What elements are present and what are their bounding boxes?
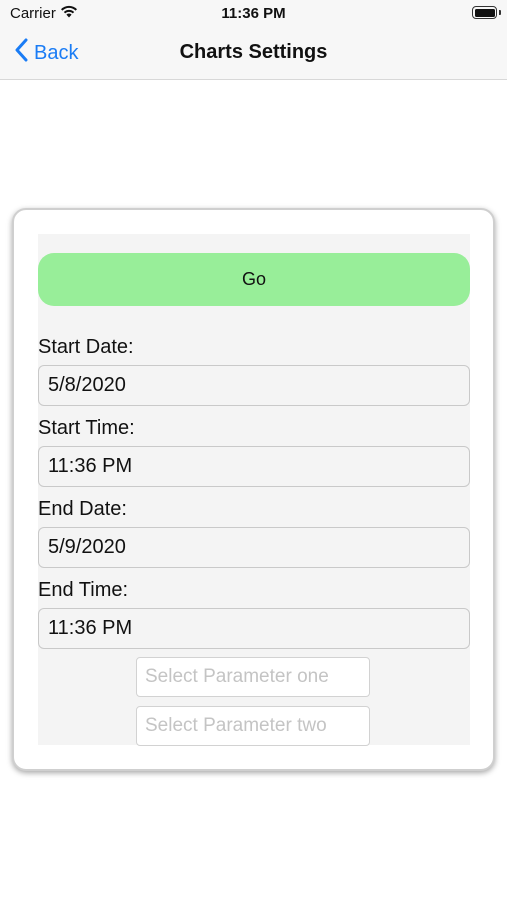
settings-card: Go Start Date: Start Time: End Date: End… xyxy=(12,208,495,771)
start-time-field[interactable] xyxy=(38,446,470,487)
page-title: Charts Settings xyxy=(179,41,328,63)
end-time-field[interactable] xyxy=(38,608,470,649)
end-date-label: End Date: xyxy=(38,498,127,520)
start-date-field[interactable] xyxy=(38,365,470,406)
go-button[interactable]: Go xyxy=(38,253,470,306)
parameter-two-field[interactable] xyxy=(136,706,370,746)
battery-level xyxy=(474,8,495,17)
battery-icon xyxy=(472,6,497,19)
end-date-field[interactable] xyxy=(38,527,470,568)
start-time-label: Start Time: xyxy=(38,417,135,439)
status-bar: Carrier 11:36 PM xyxy=(0,0,507,28)
status-time: 11:36 PM xyxy=(221,5,286,22)
parameter-one-field[interactable] xyxy=(136,657,370,697)
battery-tip xyxy=(499,10,501,15)
screen: Carrier 11:36 PM Back Charts Settings Go… xyxy=(0,0,507,900)
end-time-label: End Time: xyxy=(38,579,129,601)
navigation-bar: Back Charts Settings xyxy=(0,28,507,80)
start-date-label: Start Date: xyxy=(38,336,134,358)
settings-panel: Go Start Date: Start Time: End Date: End… xyxy=(38,234,470,746)
